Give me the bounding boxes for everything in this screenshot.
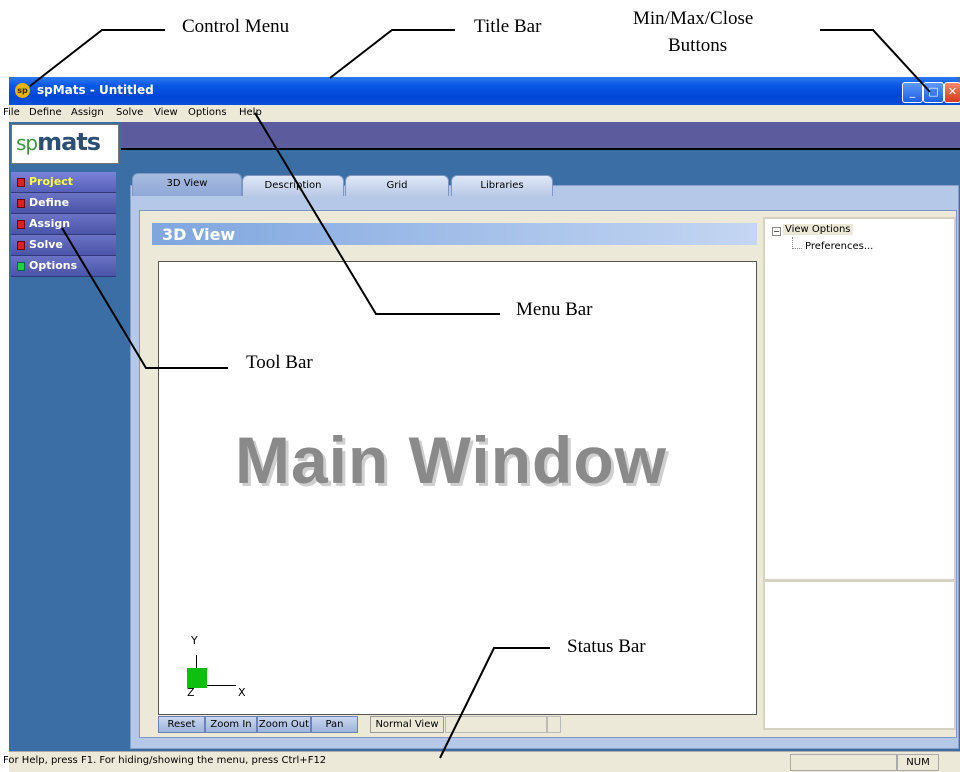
leader-tool-bar xyxy=(61,227,228,369)
leader-status-bar xyxy=(439,647,550,759)
leader-min-max-close xyxy=(820,29,931,93)
callout-leaders xyxy=(29,29,931,759)
leader-control-menu xyxy=(29,29,165,87)
leader-menu-bar xyxy=(254,112,500,315)
leader-title-bar xyxy=(329,29,455,79)
